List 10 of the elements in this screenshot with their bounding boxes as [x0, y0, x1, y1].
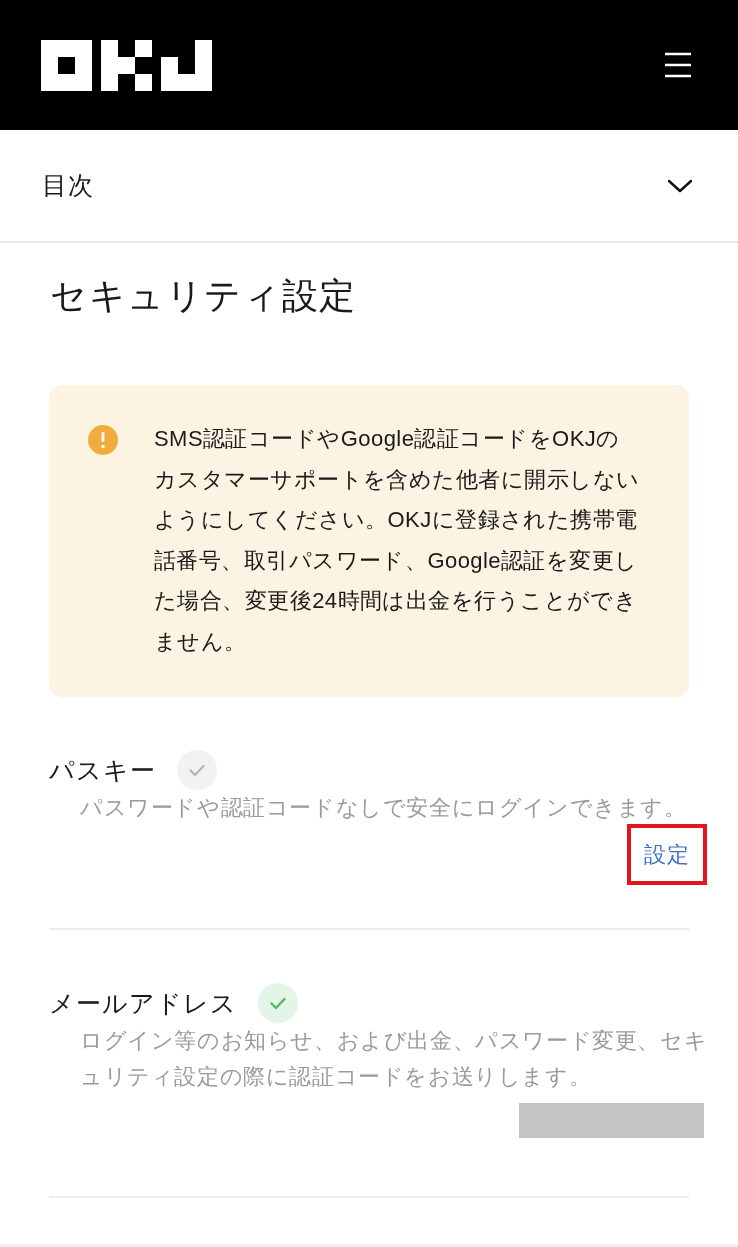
section-description: パスワードや認証コードなしで安全にログインできます。 — [80, 793, 688, 822]
section-description: ログイン等のお知らせ、および出金、パスワード変更、セキュリティ設定の際に認証コードをお送りします。 — [80, 1026, 709, 1091]
notice-text: SMS認証コードやGoogle認証コードをOKJのカスタマーサポートを含めた他者に開示しないようにしてください。OKJに登録された携帯電話番号、取引パスワード、Google認証を変更した場合、変更後24時間は出金を行うことができません。 — [154, 425, 640, 656]
page-title: セキュリティ設定 — [50, 274, 358, 318]
section-title: パスキー — [49, 754, 156, 786]
setup-link[interactable]: 設定 — [631, 827, 703, 881]
warning-icon — [88, 425, 118, 455]
section-title: メールアドレス — [49, 987, 237, 1019]
logo-icon[interactable] — [41, 39, 212, 91]
menu-icon[interactable] — [664, 52, 692, 78]
